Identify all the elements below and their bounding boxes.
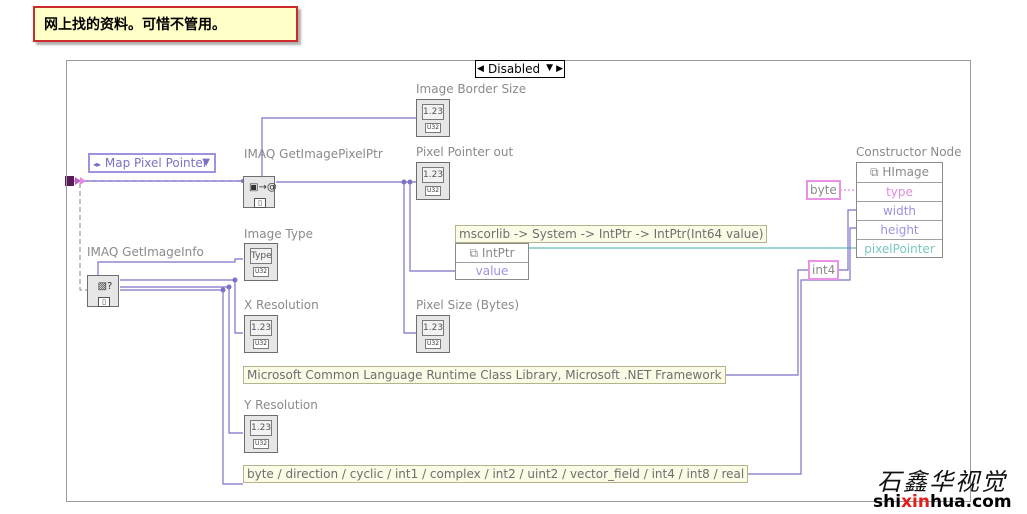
ctor-input-height[interactable]: height [857,220,942,240]
type-display: Type [250,248,272,264]
clr-library-constant[interactable]: Microsoft Common Language Runtime Class … [243,366,726,384]
case-selector[interactable]: ◀ Disabled ▼ ▶ [475,60,565,78]
u32-tag: U32 [425,339,441,349]
numeric-display: 1.23 [250,420,272,436]
intptr-header: IntPtr [481,246,515,260]
annotation-note-text: 网上找的资料。可惜不管用。 [44,17,226,33]
numeric-display: 1.23 [250,320,272,336]
x-resolution-label: X Resolution [244,298,319,312]
watermark-site-text: shixinhua.com [873,492,1012,512]
chevron-down-icon[interactable]: ▼ [202,155,210,171]
image-border-size-indicator: 1.23 U32 [416,99,450,137]
u32-tag: U32 [253,267,269,277]
map-pixel-pointer-ring[interactable]: ◂▸ Map Pixel Pointer ▼ [88,153,216,173]
get-image-pixel-ptr-node[interactable]: ▣→@ ▯ [243,176,277,208]
image-type-indicator: Type U32 [244,243,278,281]
get-image-info-label: IMAQ GetImageInfo [87,245,204,259]
image-type-label: Image Type [244,227,313,241]
image-info-icon: ▧? [97,281,113,292]
u32-tag: U32 [253,439,269,449]
pixel-size-label: Pixel Size (Bytes) [416,298,520,312]
ptr-sub-icon: ▯ [254,198,266,208]
intptr-value-input[interactable]: value [456,262,528,280]
pixel-pointer-out-label: Pixel Pointer out [416,145,514,159]
decrement-arrow-icon[interactable]: ◀ [477,64,484,74]
increment-arrow-icon[interactable]: ▶ [556,64,563,74]
numeric-display: 1.23 [422,320,444,336]
annotation-note: 网上找的资料。可惜不管用。 [33,6,298,42]
disable-structure-frame [66,60,971,502]
u32-tag: U32 [253,339,269,349]
ctor-input-width[interactable]: width [857,201,942,221]
x-resolution-indicator: 1.23 U32 [244,315,278,353]
info-sub-icon: ▯ [98,297,110,307]
himage-header: HImage [882,165,929,179]
ring-value: Map Pixel Pointer [104,156,208,170]
y-resolution-indicator: 1.23 U32 [244,415,278,453]
image-type-enum-constant[interactable]: byte / direction / cyclic / int1 / compl… [243,465,749,483]
pixel-pointer-out-indicator: 1.23 U32 [416,162,450,200]
u32-tag: U32 [425,123,441,133]
get-image-pixel-ptr-label: IMAQ GetImagePixelPtr [244,147,383,161]
u32-tag: U32 [425,186,441,196]
pointer-icon: ▣→@ [249,182,277,193]
image-border-size-label: Image Border Size [416,82,527,96]
himage-constructor-node[interactable]: ⧉ HImage type width height pixelPointer [856,162,943,258]
ctor-input-pixel-pointer[interactable]: pixelPointer [857,239,942,259]
intptr-constructor-constant[interactable]: mscorlib -> System -> IntPtr -> IntPtr(I… [455,225,768,243]
y-resolution-label: Y Resolution [244,398,318,412]
numeric-display: 1.23 [422,167,444,183]
constructor-node-label: Constructor Node [856,145,962,159]
watermark: 石鑫华视觉 shixinhua.com [873,462,1025,512]
chevron-down-icon[interactable]: ▼ [546,63,553,73]
dotnet-class-icon: ⧉ [870,165,883,179]
byte-constant[interactable]: byte [806,180,841,200]
int4-constant[interactable]: int4 [808,260,840,280]
ctor-input-type[interactable]: type [857,182,942,202]
get-image-info-node[interactable]: ▧? ▯ [87,275,119,307]
case-selector-value: Disabled [488,62,541,76]
pixel-size-indicator: 1.23 U32 [416,315,450,353]
numeric-display: 1.23 [422,104,444,120]
ring-arrows-icon: ◂▸ [93,160,102,169]
dotnet-class-icon: ⧉ [469,246,482,260]
intptr-constructor-node[interactable]: ⧉ IntPtr value [455,243,529,280]
